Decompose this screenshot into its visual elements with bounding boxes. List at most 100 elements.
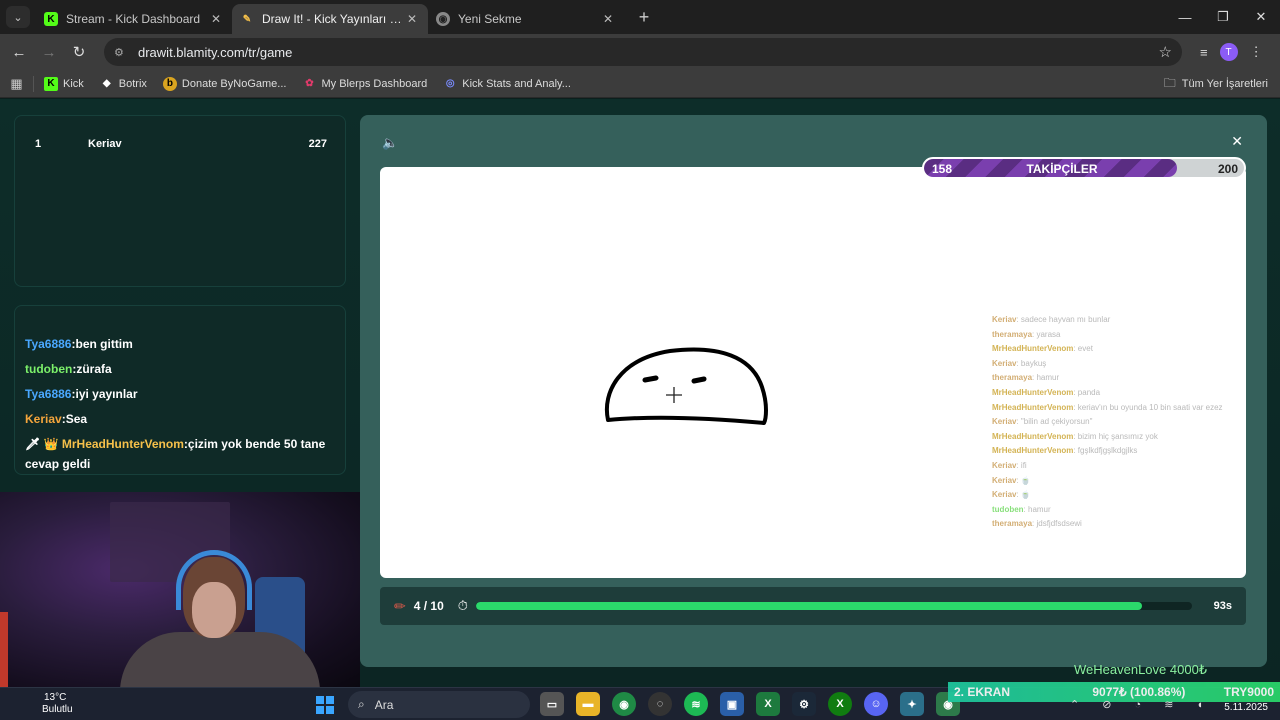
overlay-chat-text: : fgşlkdfjgşlkdgjlks (1073, 446, 1138, 456)
tab-kick-dashboard[interactable]: K Stream - Kick Dashboard ✕ (36, 4, 232, 34)
overlay-chat-text: : 🍵 (1016, 475, 1031, 485)
close-window-icon[interactable]: ✕ (1242, 0, 1280, 34)
taskbar-search[interactable]: ⌕ Ara (348, 691, 530, 718)
bookmark-kick-stats[interactable]: ◎ Kick Stats and Analy... (443, 77, 571, 91)
ticker-label: 2. EKRAN (954, 685, 1011, 699)
webcam-lamp (0, 612, 8, 687)
bookmark-botrix[interactable]: ◆ Botrix (100, 77, 147, 91)
apps-grid-icon[interactable]: ▦ (0, 75, 34, 92)
timer-icon: ⏱ (457, 598, 468, 613)
overlay-chat: Keriav: sadece hayvan mı bunlar theramaya… (992, 313, 1246, 532)
chat-username: Tya6886 (25, 387, 72, 401)
new-tab-button[interactable]: + (630, 7, 658, 28)
overlay-chat-user: Keriav (992, 490, 1017, 500)
overlay-chat-user: MrHeadHunterVenom (992, 446, 1074, 456)
store-icon[interactable]: ▣ (720, 692, 744, 716)
media-controls-icon[interactable]: ≡ (1200, 45, 1208, 60)
leaderboard-name: Keriav (88, 138, 122, 150)
start-icon[interactable] (316, 696, 334, 714)
tab-bar: ⌄ K Stream - Kick Dashboard ✕ ✎ Draw It!… (0, 0, 1280, 34)
chat-panel: Tya6886:ben gittim tudoben:zürafa Tya688… (14, 305, 346, 475)
chat-text: iyi yayınlar (75, 387, 138, 401)
bookmark-bynogame[interactable]: b Donate ByNoGame... (162, 76, 286, 91)
all-bookmarks[interactable]: 🗀 Tüm Yer İşaretleri (1164, 70, 1268, 98)
ticker-target: TRY9000 (1223, 685, 1274, 699)
steam-icon[interactable]: ⚙ (792, 692, 816, 716)
overlay-chat-line: MrHeadHunterVenom: panda (992, 386, 1246, 401)
clock-date[interactable]: 5.11.2025 (1224, 702, 1268, 713)
overlay-chat-text: : panda (1073, 387, 1101, 397)
minimize-icon[interactable]: — (1166, 0, 1204, 34)
bookmark-star-icon[interactable]: ☆ (1159, 43, 1172, 61)
close-tab-icon[interactable]: ✕ (404, 12, 420, 26)
overlay-chat-user: Keriav (992, 417, 1017, 427)
obs-icon[interactable]: ◌ (648, 692, 672, 716)
close-tab-icon[interactable]: ✕ (208, 12, 224, 26)
site-info-icon[interactable]: ⚙ (114, 46, 132, 59)
close-icon[interactable]: ✕ (1231, 133, 1243, 150)
ticker-amount: 9077₺ (100.86%) (1092, 685, 1186, 699)
tab-title: Yeni Sekme (458, 12, 522, 26)
chat-message: Keriav:Sea (25, 409, 335, 429)
bookmark-blerps[interactable]: ✿ My Blerps Dashboard (302, 77, 427, 91)
tab-title: Stream - Kick Dashboard (66, 12, 201, 26)
stats-icon: ◎ (445, 78, 455, 89)
all-bookmarks-label: Tüm Yer İşaretleri (1181, 78, 1268, 90)
chrome-icon[interactable]: ◉ (612, 692, 636, 716)
forward-icon[interactable]: → (34, 44, 64, 61)
chat-message: 🗡 👑 MrHeadHunterVenom:çizim yok bende 50… (25, 434, 335, 474)
discord-icon[interactable]: ☺ (864, 692, 888, 716)
tab-search-button[interactable]: ⌄ (6, 6, 30, 28)
folder-icon: 🗀 (1163, 75, 1176, 90)
window-controls: — ❐ ✕ (1166, 0, 1280, 34)
tab-new[interactable]: ◉ Yeni Sekme ✕ (428, 4, 624, 34)
profile-avatar[interactable]: T (1219, 43, 1238, 61)
overlay-chat-text: : sadece hayvan mı bunlar (1016, 315, 1111, 324)
webcam-person-body (120, 632, 320, 687)
reload-icon[interactable]: ↻ (64, 43, 94, 61)
sound-icon[interactable]: 🔈 (382, 135, 398, 151)
drawing-canvas[interactable]: Keriav: sadece hayvan mı bunlar theramaya… (380, 167, 1246, 578)
file-explorer-icon[interactable]: ▬ (576, 692, 600, 716)
xbox-icon[interactable]: X (828, 692, 852, 716)
app-icon[interactable]: ✦ (900, 692, 924, 716)
task-view-icon[interactable]: ▭ (540, 692, 564, 716)
bookmark-kick[interactable]: K Kick (44, 76, 84, 91)
back-icon[interactable]: ← (4, 44, 34, 61)
tab-title: Draw It! - Kick Yayınları İçin Çizim (262, 12, 404, 26)
excel-icon[interactable]: X (756, 692, 780, 716)
time-left: 93s (1213, 600, 1232, 612)
drawing-stroke (604, 347, 768, 425)
restore-icon[interactable]: ❐ (1204, 0, 1242, 34)
menu-icon[interactable]: ⋮ (1250, 44, 1263, 60)
address-bar[interactable]: ⚙ drawit.blamity.com/tr/game ☆ (104, 38, 1182, 66)
overlay-chat-text: : ifi (1016, 460, 1027, 470)
system-tray-icons[interactable]: ⌃ ⊘ ◔ ≋ ◖ (1070, 698, 1213, 711)
overlay-chat-user: MrHeadHunterVenom (992, 402, 1074, 412)
follower-target: 200 (1217, 162, 1238, 176)
chat-username: Keriav (25, 412, 62, 426)
search-placeholder: Ara (374, 697, 394, 712)
overlay-chat-line: Keriav: ifi (992, 459, 1246, 474)
bookmarks-bar: ▦ K Kick ◆ Botrix b Donate ByNoGame... ✿… (0, 70, 1280, 98)
overlay-chat-text: : hamur (1023, 504, 1051, 514)
chat-username: tudoben (25, 362, 73, 376)
time-progress-track (475, 602, 1192, 610)
overlay-chat-line: MrHeadHunterVenom: keriav'ın bu oyunda 1… (992, 401, 1246, 416)
spotify-icon[interactable]: ≋ (684, 692, 708, 716)
leaderboard-score: 227 (308, 138, 327, 150)
weather-widget[interactable]: 13°C Bulutlu (16, 688, 73, 720)
chat-badges: 🗡 👑 (25, 437, 59, 451)
overlay-chat-user: tudoben (992, 504, 1024, 514)
overlay-chat-line: MrHeadHunterVenom: bizim hiç şansımız yo… (992, 430, 1246, 445)
drawit-icon: ✎ (242, 13, 252, 25)
weather-desc: Bulutlu (42, 704, 73, 715)
close-tab-icon[interactable]: ✕ (600, 12, 616, 26)
overlay-chat-line: Keriav: sadece hayvan mı bunlar (992, 313, 1246, 328)
chat-text: Sea (65, 412, 88, 426)
overlay-chat-user: MrHeadHunterVenom (992, 431, 1074, 441)
botrix-icon: ◆ (102, 78, 111, 89)
kick-icon: K (44, 76, 58, 91)
overlay-chat-line: tudoben: hamur (992, 503, 1246, 518)
tab-drawit[interactable]: ✎ Draw It! - Kick Yayınları İçin Çizim ✕ (232, 4, 428, 34)
